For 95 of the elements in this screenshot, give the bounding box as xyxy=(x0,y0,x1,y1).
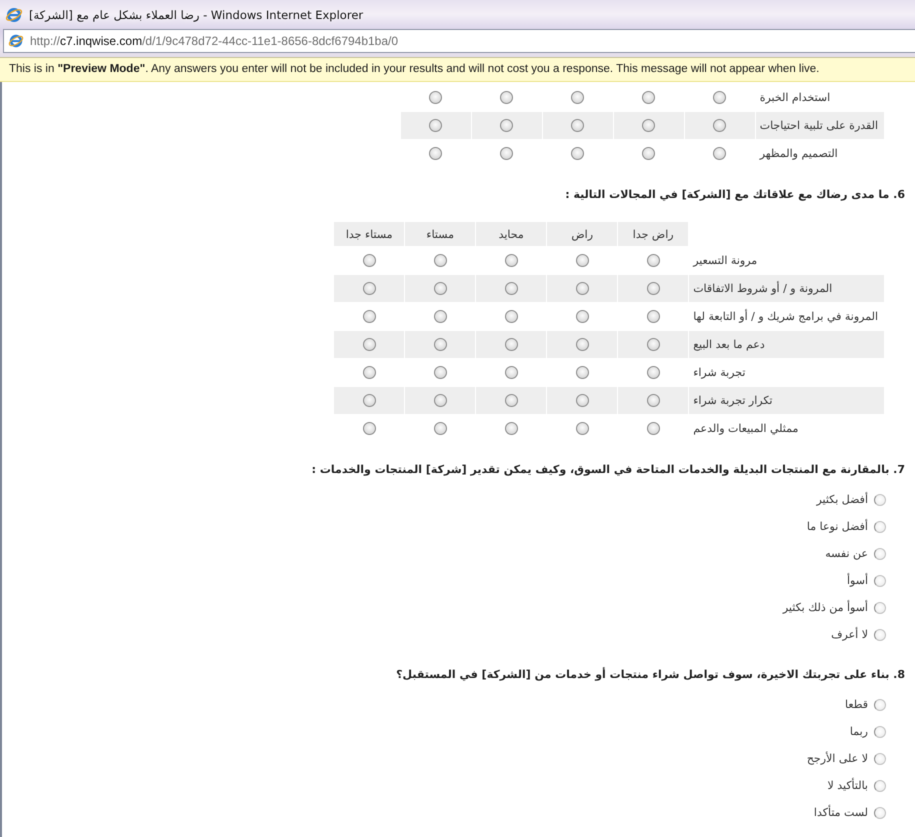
radio-button[interactable] xyxy=(576,254,589,268)
radio-button[interactable] xyxy=(434,422,447,436)
radio-button[interactable] xyxy=(434,394,447,408)
radio-button[interactable] xyxy=(362,310,376,324)
radio-button[interactable] xyxy=(362,394,376,408)
radio-button[interactable] xyxy=(500,147,514,160)
option-label: بالتأكيد لا xyxy=(827,779,868,792)
e-logo-icon xyxy=(5,6,23,24)
row-label: تجربة شراء xyxy=(692,365,746,381)
radio-button[interactable] xyxy=(571,119,584,132)
question-title: 7. بالمقارنة مع المنتجات البديلة والخدمات المتاحة في السوق، وكيف يمكن تقدير [شركة] المنتجات والخدمات : xyxy=(312,463,905,477)
radio-button[interactable] xyxy=(500,91,514,104)
radio-button[interactable] xyxy=(646,394,660,408)
radio-button[interactable] xyxy=(576,366,589,380)
radio-button[interactable] xyxy=(713,91,726,104)
radio-button[interactable] xyxy=(429,91,442,104)
radio-button[interactable] xyxy=(362,422,376,436)
radio-button[interactable] xyxy=(504,422,518,436)
radio-button[interactable] xyxy=(504,338,518,352)
radio-button[interactable] xyxy=(576,338,589,352)
radio-button[interactable] xyxy=(874,698,886,710)
option-label: أفضل نوعا ما xyxy=(806,520,868,533)
row-label: دعم ما بعد البيع xyxy=(689,331,884,358)
option-label: قطعا xyxy=(845,698,868,711)
radio-button[interactable] xyxy=(874,780,886,792)
radio-button[interactable] xyxy=(434,282,447,296)
radio-button[interactable] xyxy=(874,520,886,532)
row-label: مرونة التسعير xyxy=(692,253,758,269)
radio-button[interactable] xyxy=(646,310,660,324)
row-label: تكرار تجربة شراء xyxy=(689,387,884,414)
option-label: عن نفسه xyxy=(825,547,868,560)
radio-button[interactable] xyxy=(646,282,660,296)
row-label: المرونة في برامج شريك و / أو التابعة لها xyxy=(692,308,879,325)
radio-button[interactable] xyxy=(874,726,886,738)
e-logo-icon xyxy=(8,33,24,49)
radio-button[interactable] xyxy=(500,119,514,132)
row-label: ممثلي المبيعات والدعم xyxy=(692,421,800,437)
radio-button[interactable] xyxy=(646,254,660,268)
question-title: 6. ما مدى رضاك مع علاقاتك مع [الشركة] في المجالات التالية : xyxy=(565,188,905,202)
radio-button[interactable] xyxy=(874,548,886,560)
row-label: القدرة على تلبية احتياجات xyxy=(756,112,884,139)
radio-button[interactable] xyxy=(713,147,726,160)
radio-button[interactable] xyxy=(504,310,518,324)
row-label: استخدام الخبرة xyxy=(758,90,832,106)
radio-button[interactable] xyxy=(642,119,656,132)
radio-button[interactable] xyxy=(642,147,656,160)
radio-button[interactable] xyxy=(362,254,376,268)
option-label: لا أعرف xyxy=(831,628,868,641)
radio-button[interactable] xyxy=(434,338,447,352)
question-title: 8. بناء على تجربتك الاخيرة، سوف تواصل شراء منتجات أو خدمات من [الشركة] في المستقبل؟ xyxy=(396,668,905,682)
radio-button[interactable] xyxy=(874,628,886,640)
radio-button[interactable] xyxy=(646,338,660,352)
radio-button[interactable] xyxy=(429,147,442,160)
radio-button[interactable] xyxy=(362,366,376,380)
column-header: مستاء xyxy=(405,222,476,246)
address-field[interactable]: http://c7.inqwise.com/d/1/9c478d72-44cc-11e1-8656-8dcf6794b1ba/0 xyxy=(3,29,915,53)
option-label: لست متأكدا xyxy=(814,806,868,819)
option-label: لا على الأرجح xyxy=(806,752,868,765)
radio-button[interactable] xyxy=(576,422,589,436)
row-label: التصميم والمظهر xyxy=(758,146,839,162)
option-label: ربما xyxy=(850,725,868,738)
radio-button[interactable] xyxy=(429,119,442,132)
row-label: المرونة و / أو شروط الاتفاقات xyxy=(689,275,884,302)
radio-button[interactable] xyxy=(576,282,589,296)
radio-button[interactable] xyxy=(571,147,584,160)
radio-button[interactable] xyxy=(434,254,447,268)
radio-button[interactable] xyxy=(504,282,518,296)
option-label: أسوأ من ذلك بكثير xyxy=(782,601,868,614)
radio-button[interactable] xyxy=(874,602,886,614)
option-label: أفضل بكثير xyxy=(816,493,868,506)
option-label: أسوأ xyxy=(846,574,868,587)
radio-button[interactable] xyxy=(642,91,656,104)
radio-button[interactable] xyxy=(571,91,584,104)
radio-button[interactable] xyxy=(874,574,886,586)
radio-button[interactable] xyxy=(362,282,376,296)
radio-button[interactable] xyxy=(504,254,518,268)
column-header: محايد xyxy=(476,222,546,246)
radio-button[interactable] xyxy=(874,494,886,506)
radio-button[interactable] xyxy=(576,394,589,408)
radio-button[interactable] xyxy=(434,310,447,324)
radio-button[interactable] xyxy=(576,310,589,324)
radio-button[interactable] xyxy=(434,366,447,380)
radio-button[interactable] xyxy=(713,119,726,132)
radio-button[interactable] xyxy=(362,338,376,352)
column-header: راض xyxy=(547,222,618,246)
radio-button[interactable] xyxy=(874,806,886,818)
column-header: مستاء جدا xyxy=(334,222,404,246)
radio-button[interactable] xyxy=(874,752,886,764)
radio-button[interactable] xyxy=(646,422,660,436)
radio-button[interactable] xyxy=(646,366,660,380)
radio-button[interactable] xyxy=(504,366,518,380)
column-header: راض جدا xyxy=(618,222,688,246)
preview-notice: This is in "Preview Mode". Any answers you enter will not be included in your results and will not cost you a response. This message will not appear when live. xyxy=(0,57,915,82)
radio-button[interactable] xyxy=(504,394,518,408)
window-title: رضا العملاء بشكل عام مع [الشركة] - Windows Internet Explorer xyxy=(29,8,364,22)
